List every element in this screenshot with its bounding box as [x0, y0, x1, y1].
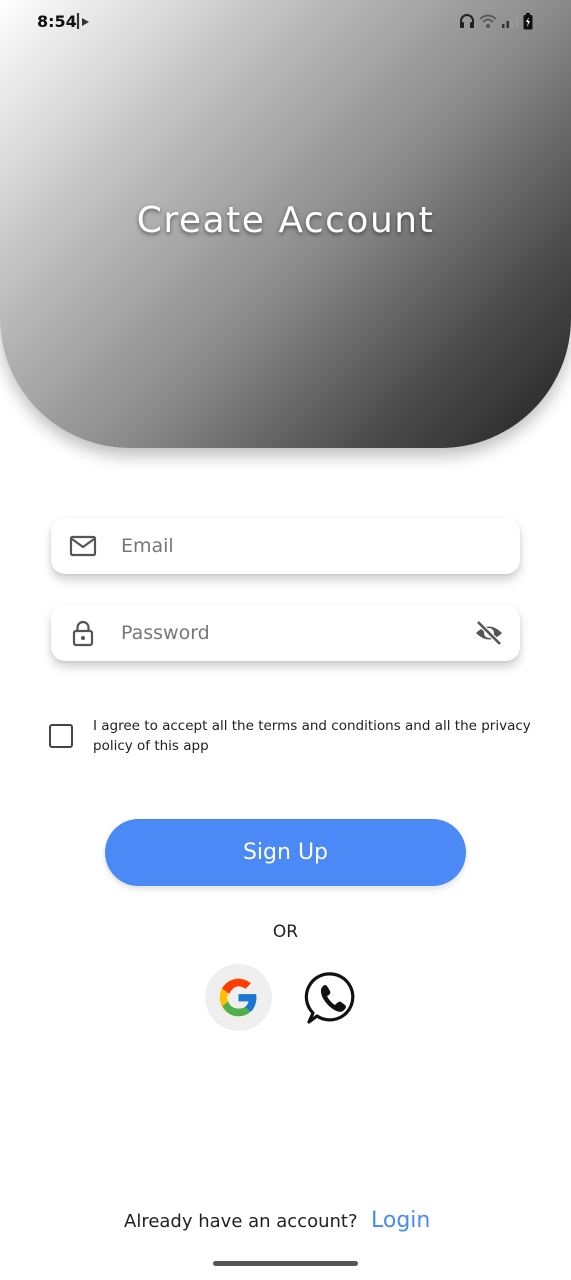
headphones-icon	[459, 13, 475, 29]
terms-label: I agree to accept all the terms and cond…	[93, 718, 531, 754]
google-sign-in-button[interactable]	[205, 964, 272, 1031]
email-input[interactable]	[121, 518, 441, 574]
password-input[interactable]	[121, 605, 441, 661]
status-bar: 8:54	[0, 0, 571, 44]
email-field[interactable]	[51, 518, 520, 574]
header-banner: 8:54 Create Account	[0, 0, 571, 448]
signal-icon	[501, 13, 519, 29]
sign-up-button[interactable]: Sign Up	[105, 819, 466, 886]
status-icons	[459, 12, 533, 30]
page-title: Create Account	[136, 200, 435, 241]
password-field[interactable]	[51, 605, 520, 661]
wifi-icon	[479, 13, 497, 29]
terms-checkbox[interactable]	[49, 724, 73, 748]
whatsapp-icon	[304, 972, 355, 1024]
eye-off-icon[interactable]	[474, 619, 504, 647]
home-indicator	[213, 1261, 358, 1266]
whatsapp-sign-in-button[interactable]	[302, 968, 362, 1028]
lock-icon	[69, 619, 97, 647]
mail-icon	[69, 532, 97, 560]
status-time: 8:54	[37, 12, 77, 31]
battery-charging-icon	[523, 12, 533, 30]
footer-prompt: Already have an account?	[124, 1211, 358, 1232]
b-notification-icon	[76, 12, 92, 30]
login-link[interactable]: Login	[371, 1208, 430, 1233]
google-icon	[219, 978, 257, 1017]
or-divider: OR	[272, 922, 299, 942]
